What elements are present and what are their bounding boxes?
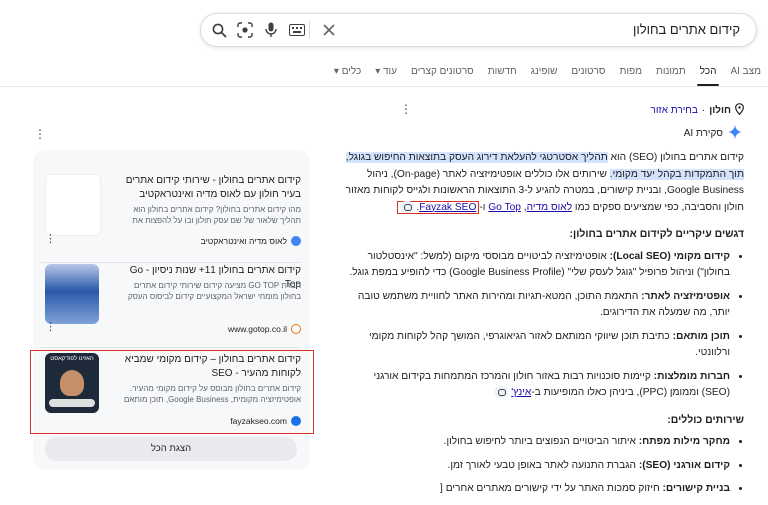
- location-row: חולון · בחירת אזור: [651, 103, 744, 118]
- source-snippet: מהו קידום אתרים בחולון? קידום אתרים בחול…: [132, 205, 301, 225]
- source-thumbnail: [45, 264, 99, 324]
- list-item: תוכן מותאם: כתיבת תוכן שיווקי המותאם לאז…: [344, 329, 730, 362]
- ai-sparkle-icon: [728, 125, 742, 142]
- list-item-bold: חברות מומלצות:: [653, 370, 730, 382]
- change-location-link[interactable]: בחירת אזור: [651, 105, 698, 116]
- location-pin-icon: [735, 103, 744, 118]
- location-separator: ·: [701, 105, 706, 116]
- ai-overview-label: סקירת AI: [683, 128, 723, 139]
- tab-news[interactable]: חדשות: [481, 58, 524, 86]
- inch-link[interactable]: אינץ': [511, 387, 531, 398]
- source-divider: [41, 262, 301, 263]
- site-name: לאוס מדיה ואינטראקטיב: [200, 236, 287, 246]
- list-item: מחקר מילות מפתח: איתור הביטויים הנפוצים …: [344, 434, 730, 451]
- source-divider: [41, 347, 301, 348]
- highlight-box: [30, 350, 314, 434]
- site-favicon-icon: [291, 236, 301, 246]
- search-divider: [309, 21, 310, 39]
- source-more-icon[interactable]: ⋮: [45, 232, 56, 245]
- intro-text-1: קידום אתרים בחולון (SEO) הוא: [607, 152, 744, 163]
- citation-link-icon[interactable]: [399, 200, 414, 213]
- search-icon[interactable]: [209, 20, 229, 40]
- source-title[interactable]: קידום אתרים בחולון - שירותי קידום אתרים …: [116, 174, 301, 202]
- search-input[interactable]: קידום אתרים בחולון: [633, 22, 740, 37]
- keyboard-icon[interactable]: [287, 20, 307, 40]
- source-more-icon[interactable]: ⋮: [45, 320, 56, 333]
- location-city: חולון: [709, 105, 731, 116]
- microphone-icon[interactable]: [261, 20, 281, 40]
- ai-intro-paragraph: קידום אתרים בחולון (SEO) הוא תהליך אסטרט…: [344, 150, 744, 216]
- provider-link-fayzak[interactable]: Fayzak SEO: [419, 202, 476, 213]
- clear-icon[interactable]: [319, 20, 339, 40]
- source-thumbnail: [45, 174, 101, 236]
- tab-videos[interactable]: סרטונים: [564, 58, 612, 86]
- list-item-bold: תוכן מותאם:: [672, 330, 730, 342]
- tab-more[interactable]: עוד ▾: [368, 58, 404, 86]
- location-more-icon[interactable]: ⋮: [400, 102, 412, 116]
- tab-maps[interactable]: מפות: [613, 58, 649, 86]
- list-item-bold: קידום אורגני (SEO):: [638, 459, 730, 471]
- section-title-highlights: דגשים עיקריים לקידום אתרים בחולון:: [569, 228, 744, 240]
- lens-icon[interactable]: [235, 20, 255, 40]
- services-list: מחקר מילות מפתח: איתור הביטויים הנפוצים …: [344, 434, 744, 498]
- search-tabs: מצב AI הכל תמונות מפות סרטונים שופינג חד…: [334, 58, 768, 86]
- source-site: לאוס מדיה ואינטראקטיב: [201, 236, 301, 246]
- search-bar[interactable]: קידום אתרים בחולון: [200, 13, 757, 47]
- tabs-divider: [0, 86, 768, 87]
- source-snippet: חברת GO TOP מציעה קידום שירותי קידום אתר…: [127, 281, 301, 301]
- list-item-text: איתור הביטויים הנפוצים ביותר לחיפוש בחול…: [443, 436, 639, 447]
- ai-overview-more-icon[interactable]: ⋮: [34, 127, 46, 141]
- list-item-bold: קידום מקומי (Local SEO):: [609, 250, 730, 262]
- tab-all[interactable]: הכל: [693, 58, 724, 86]
- list-item: קידום אורגני (SEO): הגברת התנועה לאתר בא…: [344, 458, 730, 475]
- highlights-list: קידום מקומי (Local SEO): אופטימיזציה לבי…: [344, 249, 744, 402]
- list-item-bold: מחקר מילות מפתח:: [638, 436, 730, 447]
- tab-short-videos[interactable]: סרטונים קצרים: [404, 58, 481, 86]
- tab-tools[interactable]: כלים ▾: [327, 58, 368, 86]
- source-site: www.gotop.co.il: [228, 324, 301, 334]
- ai-overview-answer: קידום אתרים בחולון (SEO) הוא תהליך אסטרט…: [344, 150, 744, 505]
- source-card-gotop[interactable]: קידום אתרים בחולון 11+ שנות ניסיון - Go …: [41, 264, 301, 344]
- site-favicon-icon: [291, 324, 301, 334]
- list-item-bold: אופטימיזציה לאתר:: [641, 290, 730, 302]
- list-item: קידום מקומי (Local SEO): אופטימיזציה לבי…: [344, 249, 730, 282]
- list-item-text: הגברת התנועה לאתר באופן טבעי לאורך זמן.: [447, 459, 639, 471]
- tab-images[interactable]: תמונות: [649, 58, 693, 86]
- and-text: ו-: [479, 201, 489, 213]
- highlight-box: Fayzak SEO.: [396, 200, 480, 214]
- section-title-services: שירותים כוללים:: [667, 413, 744, 426]
- tab-ai-mode[interactable]: מצב AI: [723, 58, 768, 86]
- provider-link-laos[interactable]: לאוס מדיה: [527, 202, 573, 213]
- show-all-button[interactable]: הצגת הכל: [45, 437, 297, 461]
- provider-link-gotop[interactable]: Go Top: [488, 202, 521, 213]
- citation-link-icon[interactable]: [494, 386, 509, 399]
- list-item-text: חיזוק סמכות האתר על ידי קישורים מאתרים א…: [440, 483, 663, 494]
- ai-overview-header: סקירת AI: [684, 125, 742, 142]
- list-item-bold: בניית קישורים:: [662, 483, 730, 494]
- tab-shopping[interactable]: שופינג: [524, 58, 565, 86]
- list-item: אופטימיזציה לאתר: התאמת התוכן, המטא-תגיו…: [344, 289, 730, 322]
- list-item: חברות מומלצות: קיימות סוכנויות רבות באזו…: [344, 369, 730, 402]
- source-card-laos[interactable]: קידום אתרים בחולון - שירותי קידום אתרים …: [41, 174, 301, 254]
- list-item: בניית קישורים: חיזוק סמכות האתר על ידי ק…: [344, 481, 730, 498]
- site-name: www.gotop.co.il: [227, 324, 287, 334]
